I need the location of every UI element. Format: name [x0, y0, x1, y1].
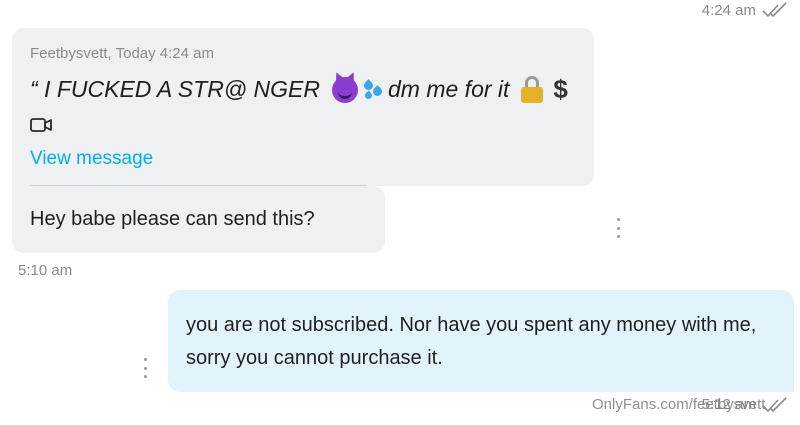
double-check-icon	[762, 396, 788, 413]
chat-screen: 4:24 am Feetbysvett, Today 4:24 am “ I F…	[0, 0, 800, 425]
top-message-status: 4:24 am	[702, 0, 788, 20]
sweat-droplets-emoji-icon	[362, 78, 384, 102]
outgoing-message-text: you are not subscribed. Nor have you spe…	[186, 314, 757, 369]
incoming-message-time: 5:10 am	[18, 262, 73, 279]
quoted-text-part2: dm me for it	[388, 76, 510, 102]
quoted-text-part1: “ I FUCKED A STR@ NGER	[30, 76, 320, 102]
top-message-time: 4:24 am	[701, 1, 756, 19]
smiling-devil-emoji-icon	[332, 76, 358, 103]
watermark: OnlyFans.com/feetbysvett	[592, 396, 766, 413]
view-message-link[interactable]: View message	[30, 148, 153, 170]
quoted-message-meta: Feetbysvett, Today 4:24 am	[30, 45, 214, 62]
incoming-message-text: Hey babe please can send this?	[30, 208, 315, 230]
lock-emoji-icon	[521, 75, 544, 104]
double-check-icon	[762, 2, 788, 18]
message-options-icon[interactable]	[138, 358, 152, 378]
video-camera-icon	[30, 116, 52, 134]
quoted-message-text: “ I FUCKED A STR@ NGER dm me for it $	[30, 74, 568, 105]
message-divider	[30, 185, 367, 186]
message-options-icon[interactable]	[611, 218, 625, 238]
dollar-sign: $	[553, 74, 568, 104]
